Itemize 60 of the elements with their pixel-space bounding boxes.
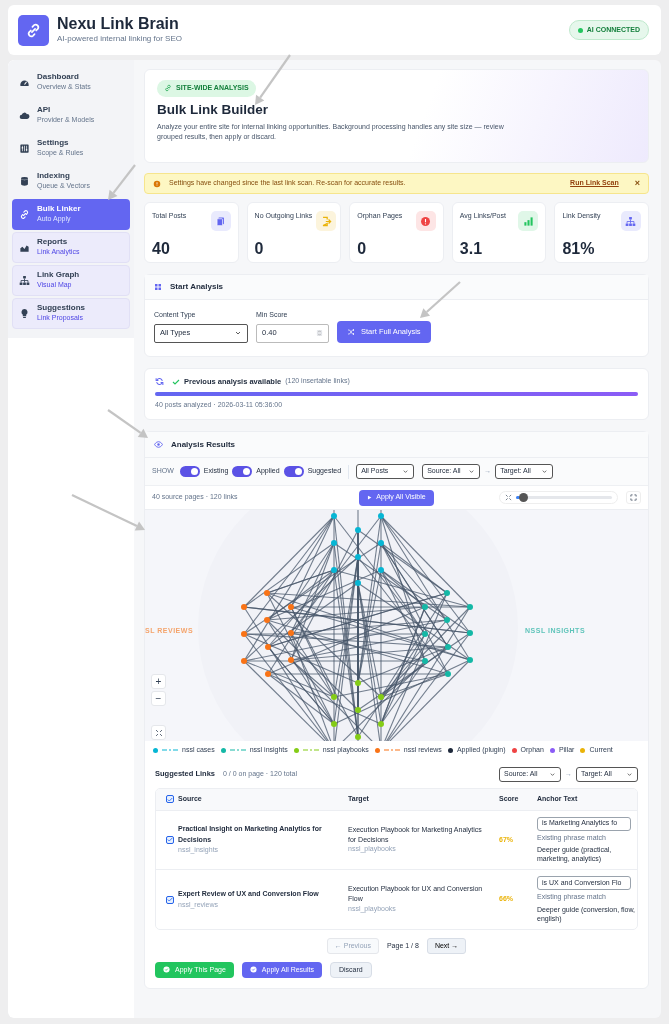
link-icon [19,209,30,220]
close-button[interactable]: × [634,176,640,191]
check-icon [167,836,173,844]
check-circle-icon [249,966,257,974]
dash-line-icon [162,748,178,753]
sync-icon [155,377,164,387]
dash-line-icon [383,748,400,753]
chevron-icon [541,468,549,475]
fit-icon [154,728,163,737]
dash-line-icon [229,748,246,753]
check-icon [167,896,173,904]
eye-icon [154,440,163,449]
toggle-switch[interactable] [232,466,253,477]
chevron-icon [234,329,242,337]
pointer-arrow [107,409,148,438]
stat-value: 0 [357,239,368,259]
grid-icon [154,283,162,291]
card-title: Analysis Results [171,438,236,451]
dash-line-icon [302,748,319,753]
link-icon [25,21,42,39]
check-circle-icon [163,966,170,974]
cloud-icon [19,110,30,121]
stat-value: 40 [152,239,171,259]
pointer-arrow [255,54,291,105]
fullscreen-icon [630,494,637,501]
app-title: Nexu Link Brain [57,15,180,33]
alert-icon [153,179,161,188]
row-checkbox[interactable] [166,895,174,904]
chevron-icon [468,468,476,475]
check-icon [167,795,173,803]
chevron-icon [402,468,410,475]
pointer-arrow [420,281,461,318]
database-icon [19,176,30,187]
lightbulb-icon [19,308,30,319]
fit-button[interactable] [151,725,166,740]
select-all-checkbox[interactable] [166,795,174,803]
spinner-icon [316,329,323,337]
gauge-icon [19,77,30,88]
page-title: Bulk Link Builder [157,101,269,118]
card-title: Start Analysis [170,281,224,293]
pointer-arrow [108,164,136,200]
stat-value: 81% [562,239,596,259]
stat-value: 0 [254,239,265,259]
chevron-icon [549,770,556,778]
check-icon [172,377,180,386]
shuffle-icon [347,327,355,336]
fit-icon [505,494,512,501]
row-checkbox[interactable] [166,835,174,844]
sliders-icon [19,143,30,154]
chevron-icon [626,770,633,778]
toggle-switch[interactable] [179,466,200,477]
stat-value: 3.1 [459,239,484,259]
zoom-out-button[interactable]: − [151,691,166,706]
link-icon [164,84,172,93]
zoom-in-button[interactable]: + [151,674,166,689]
toggle-switch[interactable] [283,466,304,477]
play-icon [367,495,373,500]
status-dot [577,27,583,33]
sitemap-icon [19,275,30,286]
app-subtitle: AI-powered internal linking for SEO [57,32,182,45]
